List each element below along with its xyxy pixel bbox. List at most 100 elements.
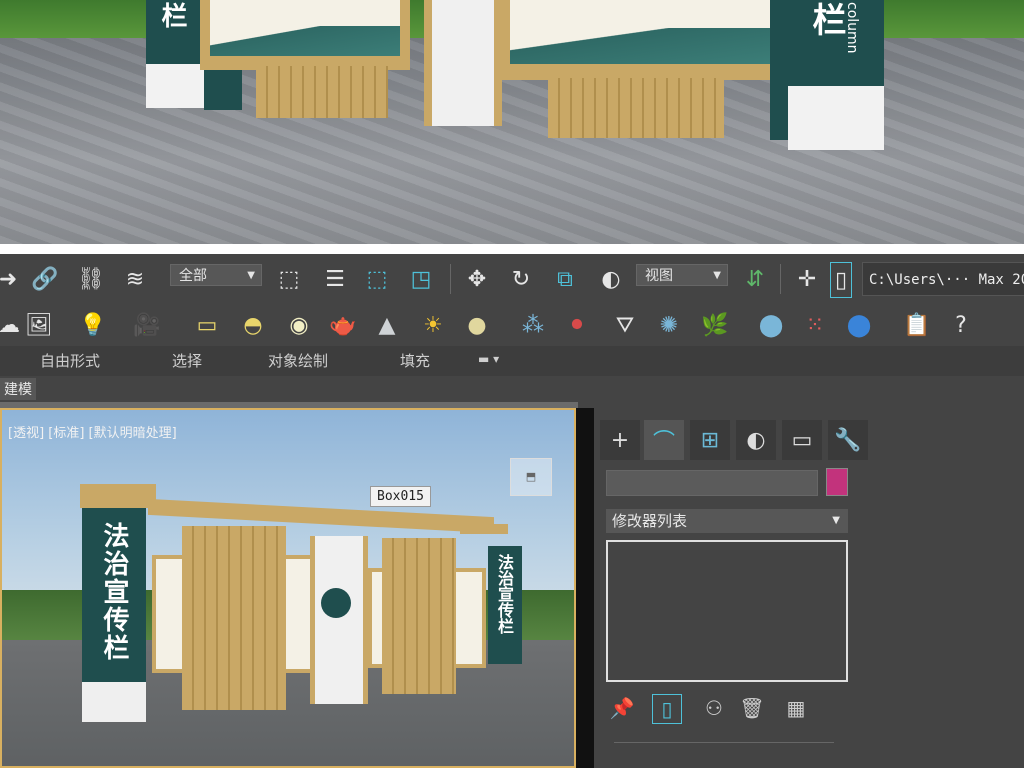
move-icon[interactable]: ✥ <box>460 262 494 296</box>
tab-selection[interactable]: 选择 <box>172 350 202 371</box>
pyramid-icon[interactable]: ⛛ <box>608 308 642 342</box>
material-sphere-icon[interactable]: ⬤ <box>754 308 788 342</box>
grass-icon[interactable]: 🌿 <box>698 308 732 342</box>
ribbon-options-icon[interactable]: ▬ ▾ <box>478 352 499 366</box>
viewport-border <box>576 408 594 768</box>
right-board-slats <box>548 78 724 138</box>
scale-icon[interactable]: ⧉ <box>548 262 582 296</box>
tab-freeform[interactable]: 自由形式 <box>40 350 100 371</box>
tab-populate[interactable]: 填充 <box>400 350 430 371</box>
link-icon[interactable]: 🔗 <box>28 262 62 296</box>
select-object-icon[interactable]: ⬚ <box>272 262 306 296</box>
configure-sets-icon[interactable]: ▦ <box>782 694 810 722</box>
right-slat-screen <box>382 538 456 694</box>
pin-stack-icon[interactable]: 📌 <box>608 694 636 722</box>
modifier-stack[interactable] <box>606 540 848 682</box>
sky-icon[interactable]: ● <box>460 308 494 342</box>
modeling-label[interactable]: 建模 <box>0 378 36 400</box>
rollout-divider <box>614 742 834 743</box>
right-board-frame <box>498 0 784 80</box>
right-post <box>770 0 788 140</box>
viewport-label[interactable]: [透视] [标准] [默认明暗处理] <box>8 422 177 441</box>
project-path-text: C:\Users\··· Max 20 <box>869 272 1024 288</box>
separator <box>780 264 781 294</box>
motion-tab-icon[interactable]: ◐ <box>736 420 776 460</box>
sun-icon[interactable]: ☀ <box>416 308 450 342</box>
separator <box>450 264 451 294</box>
selection-filter-value: 全部 <box>179 268 207 284</box>
left-board-slats <box>256 66 388 118</box>
modifier-list-dropdown[interactable]: 修改器列表 ▼ <box>606 509 848 533</box>
rotate-icon[interactable]: ↻ <box>504 262 538 296</box>
left-board-panel <box>210 0 400 56</box>
left-pillar-cap <box>80 484 156 508</box>
camera-icon[interactable]: 🎥 <box>130 308 164 342</box>
place-icon[interactable]: ◐ <box>594 262 628 296</box>
render-frame-icon[interactable]: 🖼 <box>22 308 56 342</box>
left-pillar-base <box>82 682 146 722</box>
window-crossing-icon[interactable]: ◳ <box>404 262 438 296</box>
unlink-icon[interactable]: ⛓ <box>74 262 108 296</box>
modifier-list-label: 修改器列表 <box>612 512 688 530</box>
left-sign-title: 法治宣传栏 <box>99 522 129 662</box>
object-name-field[interactable] <box>606 470 818 496</box>
rectangular-selection-icon[interactable]: ⬚ <box>360 262 394 296</box>
bind-space-warp-icon[interactable]: ≋ <box>118 262 152 296</box>
light-icon[interactable]: 💡 <box>76 308 110 342</box>
select-manipulate-icon[interactable]: ✛ <box>790 262 824 296</box>
right-sign-title: 法治宣传栏 <box>495 554 514 634</box>
utilities-tab-icon[interactable]: 🔧 <box>828 420 868 460</box>
select-by-name-icon[interactable]: ☰ <box>318 262 352 296</box>
plane-light-icon[interactable]: ▭ <box>190 308 224 342</box>
chevron-down-icon: ▼ <box>832 515 840 526</box>
dome-light-icon[interactable]: ◓ <box>236 308 270 342</box>
left-board-hills <box>210 26 400 56</box>
object-color-swatch[interactable] <box>826 468 848 496</box>
view-cube-icon[interactable]: ⬒ <box>510 458 552 496</box>
left-sign-pillar: 法治宣传栏 <box>82 508 146 688</box>
cone-icon[interactable]: ▲ <box>370 308 404 342</box>
selection-filter-dropdown[interactable]: 全部 ▼ <box>170 264 262 286</box>
particle-icon[interactable]: ⁂ <box>516 308 550 342</box>
hierarchy-tab-icon[interactable]: ⊞ <box>690 420 730 460</box>
ribbon-subbar: 建模 <box>0 376 1024 402</box>
reference-coord-dropdown[interactable]: 视图 ▼ <box>636 264 728 286</box>
left-pillar-text: 栏 <box>157 2 187 30</box>
render-material-icon[interactable]: ⬤ <box>842 308 876 342</box>
pivot-center-icon[interactable]: ⇵ <box>738 262 772 296</box>
arrow-icon[interactable]: ➜ <box>0 262 17 296</box>
command-panel: + ⌒ ⊞ ◐ ▭ 🔧 修改器列表 ▼ 📌 ▯ ⚇ 🗑 ▦ <box>594 402 1024 768</box>
make-unique-icon[interactable]: ⚇ <box>700 694 728 722</box>
sphere-light-icon[interactable]: ◉ <box>282 308 316 342</box>
reference-coord-value: 视图 <box>645 268 673 284</box>
dumbbell-icon[interactable]: ⚫ <box>560 308 594 342</box>
material-editor-icon[interactable]: ⁙ <box>798 308 832 342</box>
right-board-hills <box>510 28 772 64</box>
tab-object-paint[interactable]: 对象绘制 <box>268 350 328 371</box>
modify-tab-icon[interactable]: ⌒ <box>644 420 684 460</box>
keyboard-shortcut-toggle[interactable]: ▯ <box>830 262 852 298</box>
chevron-down-icon: ▼ <box>247 270 255 281</box>
left-pillar-base <box>146 64 204 108</box>
right-pillar-subtext: column <box>844 2 860 54</box>
image-separator <box>0 244 1024 254</box>
display-tab-icon[interactable]: ▭ <box>782 420 822 460</box>
left-pillar: 栏 <box>146 0 204 64</box>
project-path-field[interactable]: C:\Users\··· Max 20 <box>862 262 1024 296</box>
center-column <box>310 536 368 704</box>
scene-converter-icon[interactable]: 📋 <box>900 308 934 342</box>
show-end-result-icon[interactable]: ▯ <box>652 694 682 724</box>
object-tooltip: Box015 <box>370 486 431 507</box>
center-emblem <box>321 588 351 618</box>
sphere-fractal-icon[interactable]: ✺ <box>652 308 686 342</box>
chevron-down-icon: ▼ <box>713 270 721 281</box>
create-tab-icon[interactable]: + <box>600 420 640 460</box>
top-render-image: 栏 栏 column <box>0 0 1024 244</box>
center-post <box>424 0 502 126</box>
help-icon[interactable]: ? <box>944 308 978 342</box>
delete-modifier-icon[interactable]: 🗑 <box>738 694 766 722</box>
ribbon-tabs: 自由形式 选择 对象绘制 填充 ▬ ▾ <box>0 346 1024 377</box>
viewport-frame[interactable]: [透视] [标准] [默认明暗处理] ⬒ 法治宣传栏 法治宣传栏 Box015 <box>0 408 576 768</box>
teapot-icon[interactable]: 🫖 <box>326 308 360 342</box>
right-pillar: 栏 column <box>788 0 884 86</box>
